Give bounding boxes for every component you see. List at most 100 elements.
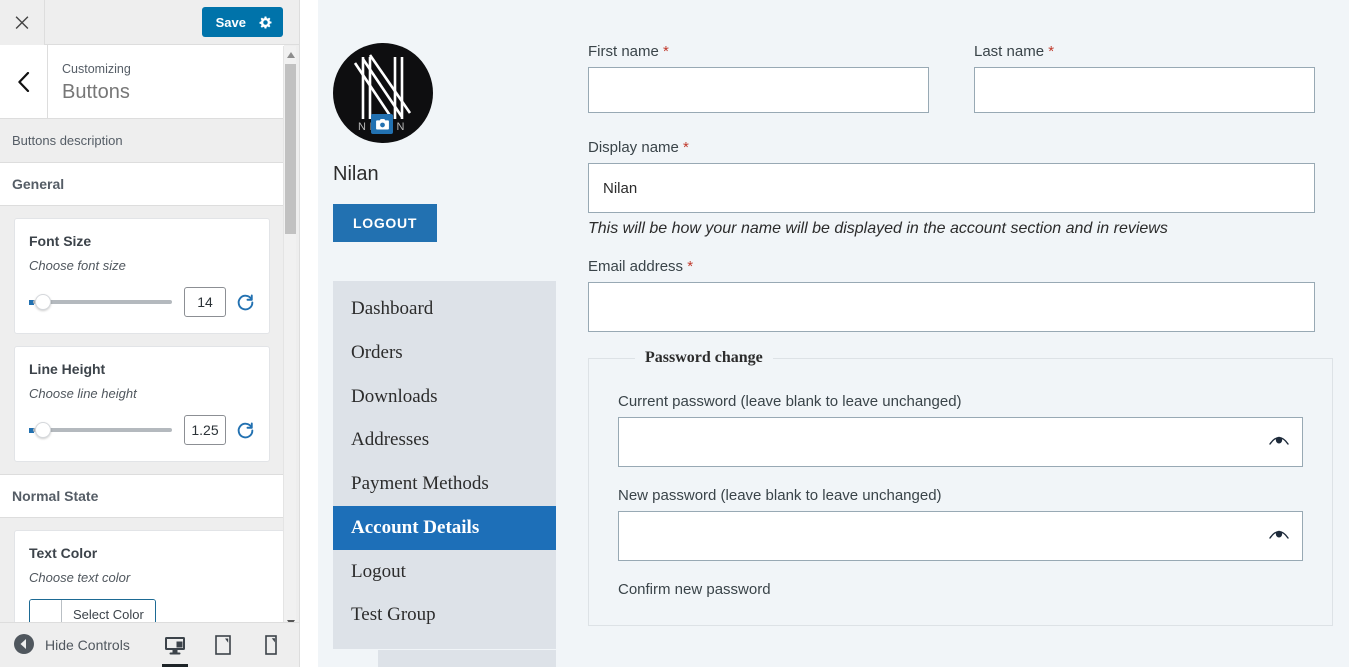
password-change-fieldset: Password change Current password (leave … xyxy=(588,349,1333,626)
first-name-field: First name * xyxy=(588,43,929,113)
last-name-field: Last name * xyxy=(974,43,1315,113)
gear-icon[interactable] xyxy=(258,15,273,30)
nav-item-addresses[interactable]: Addresses xyxy=(333,418,556,462)
font-size-slider[interactable] xyxy=(29,293,174,311)
collapse-arrow-icon xyxy=(14,633,34,657)
new-password-wrap xyxy=(618,511,1303,561)
display-name-field: Display name * Nilan This will be how yo… xyxy=(588,139,1315,238)
nav-item-orders[interactable]: Orders xyxy=(333,331,556,375)
current-password-label: Current password (leave blank to leave u… xyxy=(618,393,962,410)
email-field: Email address * xyxy=(588,258,1315,332)
account-column: NILAN Nilan LOGOUT xyxy=(333,43,568,242)
nav-item-dashboard[interactable]: Dashboard xyxy=(333,287,556,331)
last-name-label: Last name * xyxy=(974,43,1315,60)
control-line-height: Line Height Choose line height 1.25 xyxy=(14,346,270,462)
eye-icon[interactable] xyxy=(1269,530,1289,543)
email-label-text: Email address xyxy=(588,258,684,275)
desktop-icon[interactable] xyxy=(160,623,190,667)
confirm-password-label: Confirm new password xyxy=(618,581,771,598)
panel-eyebrow: Customizing xyxy=(62,61,131,76)
last-name-label-text: Last name xyxy=(974,43,1045,60)
chevron-left-icon[interactable] xyxy=(0,45,48,118)
eye-icon[interactable] xyxy=(1269,436,1289,449)
control-font-size: Font Size Choose font size 14 xyxy=(14,218,270,334)
controls-area: Font Size Choose font size 14 Line Heigh… xyxy=(0,218,284,462)
email-label: Email address * xyxy=(588,258,1315,275)
slider-track xyxy=(33,300,172,304)
save-button-label: Save xyxy=(215,14,246,30)
site-preview: NILAN Nilan LOGOUT Dashboard Orders xyxy=(318,0,1349,667)
line-height-slider[interactable] xyxy=(29,421,174,439)
first-name-input[interactable] xyxy=(588,67,929,113)
required-marker: * xyxy=(687,258,694,275)
display-name-label-text: Display name xyxy=(588,139,679,156)
email-input[interactable] xyxy=(588,282,1315,332)
display-name-help-text: This will be how your name will be displ… xyxy=(588,220,1168,237)
sidebar-scrollbar[interactable] xyxy=(283,46,296,631)
control-title: Text Color xyxy=(29,545,98,561)
scrollbar-thumb[interactable] xyxy=(285,64,296,234)
nav-item-downloads[interactable]: Downloads xyxy=(333,375,556,419)
logout-button[interactable]: LOGOUT xyxy=(333,204,438,242)
account-details-form: First name * Last name * Display name * … xyxy=(588,43,1333,626)
control-title: Line Height xyxy=(29,361,106,377)
required-marker: * xyxy=(663,43,669,60)
control-subtitle: Choose line height xyxy=(29,386,137,401)
camera-icon[interactable] xyxy=(371,114,393,134)
line-height-input[interactable]: 1.25 xyxy=(184,415,226,445)
font-size-input[interactable]: 14 xyxy=(184,287,226,317)
required-marker: * xyxy=(1048,43,1055,60)
account-display-name: Nilan xyxy=(333,163,379,185)
new-password-label: New password (leave blank to leave uncha… xyxy=(618,487,942,504)
customizer-sidebar: Save Customizing Buttons Buttons descrip… xyxy=(0,0,300,667)
new-password-input[interactable] xyxy=(618,511,1303,561)
customizer-header: Save xyxy=(0,0,299,45)
password-change-legend: Password change xyxy=(635,349,773,367)
first-name-label-text: First name xyxy=(588,43,659,60)
current-password-wrap xyxy=(618,417,1303,467)
slider-row: 1.25 xyxy=(29,415,255,445)
slider-row: 14 xyxy=(29,287,255,317)
panel-title-row: Customizing Buttons xyxy=(0,45,284,119)
page-title: Buttons xyxy=(62,80,130,103)
mobile-icon[interactable] xyxy=(256,623,286,667)
customizer-screen: Save Customizing Buttons Buttons descrip… xyxy=(0,0,1349,667)
customizer-footer: Hide Controls xyxy=(0,622,299,667)
nav-item-payment-methods[interactable]: Payment Methods xyxy=(333,462,556,506)
nav-item-logout[interactable]: Logout xyxy=(333,550,556,594)
slider-thumb[interactable] xyxy=(35,422,51,438)
avatar-wrapper: NILAN xyxy=(333,43,433,143)
control-title: Font Size xyxy=(29,233,92,249)
control-subtitle: Choose text color xyxy=(29,570,131,585)
save-button[interactable]: Save xyxy=(201,7,283,37)
first-name-label: First name * xyxy=(588,43,929,60)
slider-track xyxy=(33,428,172,432)
accordion-section-general[interactable]: General xyxy=(0,162,284,206)
hide-controls-button[interactable]: Hide Controls xyxy=(0,633,130,657)
display-name-input[interactable]: Nilan xyxy=(588,163,1315,213)
panel-title-text: Customizing Buttons xyxy=(48,45,131,118)
close-icon[interactable] xyxy=(0,0,45,45)
current-password-input[interactable] xyxy=(618,417,1303,467)
reset-icon[interactable] xyxy=(236,421,255,440)
display-name-label: Display name * xyxy=(588,139,1315,156)
tablet-icon[interactable] xyxy=(208,623,238,667)
name-row: First name * Last name * xyxy=(588,43,1333,113)
section-description: Buttons description xyxy=(0,119,284,162)
nav-item-test-group[interactable]: Test Group xyxy=(333,593,556,637)
nav-submenu-clipped xyxy=(378,650,556,667)
control-subtitle: Choose font size xyxy=(29,258,126,273)
hide-controls-label: Hide Controls xyxy=(45,637,130,653)
accordion-section-normal-state[interactable]: Normal State xyxy=(0,474,284,518)
slider-thumb[interactable] xyxy=(35,294,51,310)
account-nav-menu: Dashboard Orders Downloads Addresses Pay… xyxy=(333,281,556,649)
reset-icon[interactable] xyxy=(236,293,255,312)
nav-item-account-details[interactable]: Account Details xyxy=(333,505,556,550)
scroll-up-icon[interactable] xyxy=(284,48,297,61)
device-preview-group xyxy=(160,623,299,667)
last-name-input[interactable] xyxy=(974,67,1315,113)
